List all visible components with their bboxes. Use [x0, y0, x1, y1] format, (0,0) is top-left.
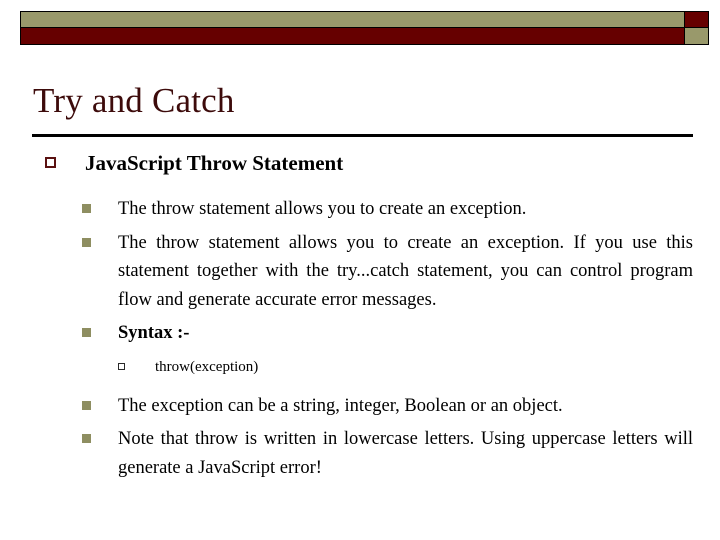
- header-red-square-accent: [684, 11, 709, 28]
- filled-square-bullet-icon: [82, 204, 91, 213]
- filled-square-bullet-icon: [82, 328, 91, 337]
- bullet-level2-item-4: Note that throw is written in lowercase …: [0, 425, 720, 482]
- bullet-level2-item-0: The throw statement allows you to create…: [0, 195, 720, 224]
- bullet-level1-text: JavaScript Throw Statement: [85, 151, 344, 175]
- bullet-level3-item-0: throw(exception): [0, 357, 720, 378]
- bullet-level2-text-2: Syntax :-: [118, 323, 190, 343]
- bullet-level2-text-1: The throw statement allows you to create…: [118, 232, 693, 310]
- bullet-level1-heading: JavaScript Throw Statement: [0, 150, 720, 177]
- small-hollow-square-bullet-icon: [118, 362, 125, 370]
- hollow-square-bullet-icon: [45, 157, 56, 168]
- header-decoration-bar: [20, 11, 709, 45]
- bullet-level2-text-3: The exception can be a string, integer, …: [118, 395, 563, 416]
- filled-square-bullet-icon: [82, 237, 91, 247]
- slide-title: Try and Catch: [33, 81, 235, 120]
- filled-square-bullet-icon: [82, 400, 91, 410]
- bullet-level2-text-0: The throw statement allows you to create…: [118, 199, 527, 219]
- bullet-level3-text-0: throw(exception): [155, 358, 259, 375]
- slide-body: JavaScript Throw Statement The throw sta…: [0, 150, 720, 482]
- title-underline-rule: [32, 134, 693, 137]
- bullet-level2-text-4: Note that throw is written in lowercase …: [118, 429, 693, 478]
- bullet-level2-item-3: The exception can be a string, integer, …: [0, 392, 720, 421]
- bullet-level2-item-1: The throw statement allows you to create…: [0, 229, 720, 315]
- header-olive-bar: [20, 11, 684, 28]
- header-olive-square-accent: [684, 28, 709, 45]
- bullet-level2-item-2: Syntax :-: [0, 319, 720, 348]
- header-red-bar: [20, 28, 684, 45]
- filled-square-bullet-icon: [82, 434, 91, 443]
- slide: Try and Catch JavaScript Throw Statement…: [0, 0, 720, 540]
